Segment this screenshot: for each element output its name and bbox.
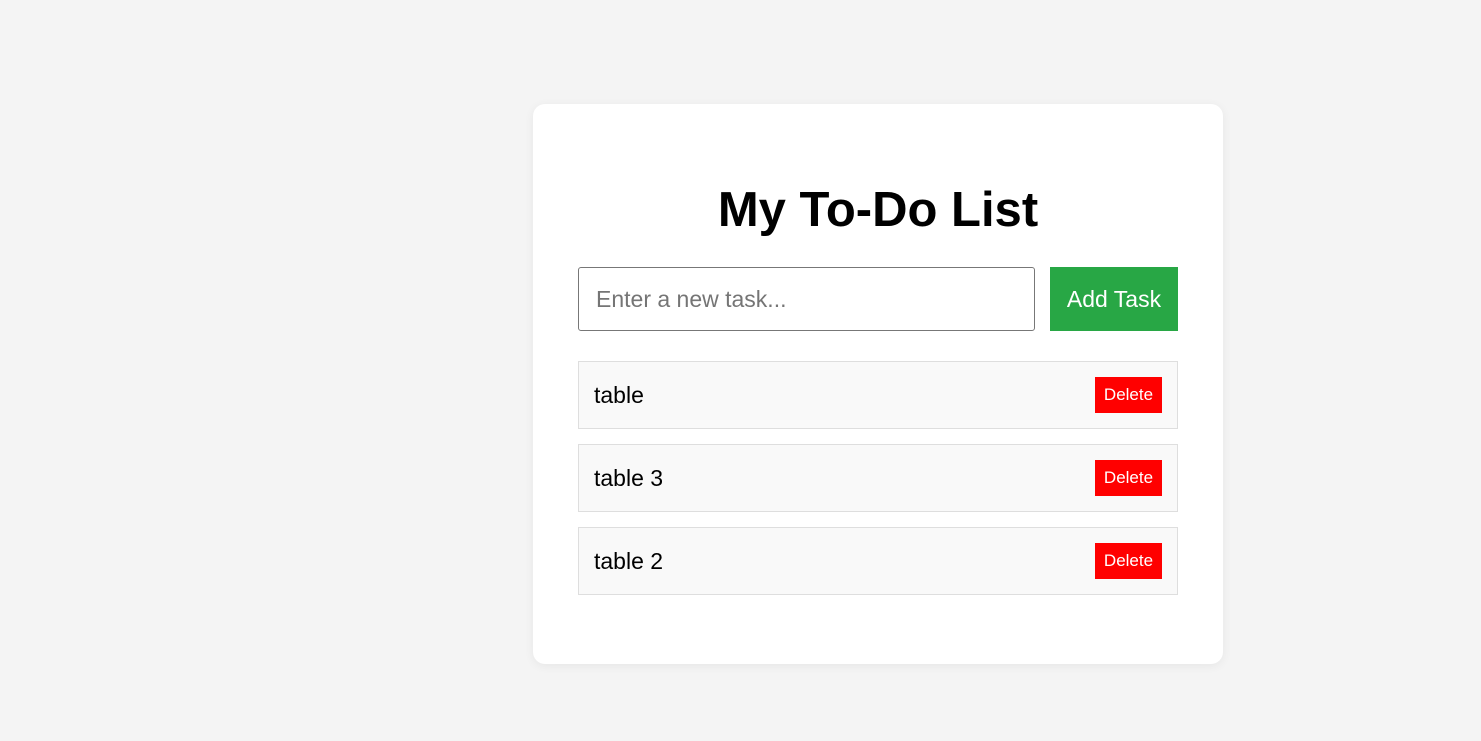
new-task-input[interactable] — [578, 267, 1035, 331]
page-title: My To-Do List — [717, 183, 1039, 237]
task-list: table Delete table 3 Delete table 2 Dele… — [578, 361, 1178, 610]
delete-button[interactable]: Delete — [1095, 543, 1162, 579]
delete-button[interactable]: Delete — [1095, 460, 1162, 496]
task-text: table — [594, 381, 644, 408]
task-text: table 2 — [594, 547, 664, 574]
task-item: table 3 Delete — [578, 444, 1178, 512]
delete-button[interactable]: Delete — [1095, 377, 1162, 413]
task-item: table Delete — [578, 361, 1178, 429]
task-text: table 3 — [594, 464, 664, 491]
add-task-button[interactable]: Add Task — [1050, 267, 1178, 331]
todo-card: My To-Do List Add Task table Delete tabl… — [533, 104, 1223, 664]
task-item: table 2 Delete — [578, 527, 1178, 595]
